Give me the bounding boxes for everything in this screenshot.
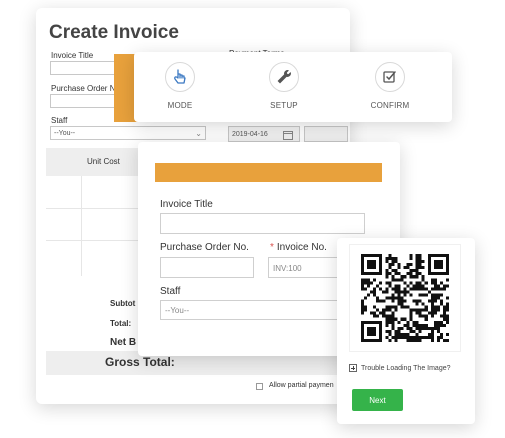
- invoice-title-label: Invoice Title: [160, 199, 213, 210]
- invoice-no-placeholder: INV:100: [273, 264, 302, 273]
- qr-help-link[interactable]: Trouble Loading The Image?: [349, 364, 451, 372]
- due-date-input[interactable]: [304, 126, 348, 142]
- step-confirm-label: CONFIRM: [370, 101, 410, 110]
- staff-select[interactable]: --You--: [160, 300, 340, 320]
- invoice-no-label-text: Invoice No.: [276, 242, 327, 253]
- invoice-title-input[interactable]: [160, 213, 365, 234]
- purchase-order-input[interactable]: [160, 257, 254, 278]
- table-divider: [46, 240, 146, 241]
- step-mode-label: MODE: [167, 101, 193, 110]
- step-confirm[interactable]: CONFIRM: [350, 62, 430, 110]
- qr-code-frame: [349, 244, 461, 352]
- step-mode[interactable]: MODE: [140, 62, 220, 110]
- staff-label: Staff: [160, 286, 181, 297]
- date-input[interactable]: 2019-04-16: [228, 126, 300, 142]
- net-balance-label: Net B: [110, 337, 137, 348]
- wrench-icon: [269, 62, 299, 92]
- required-mark: *: [270, 242, 274, 253]
- table-divider: [81, 176, 82, 276]
- calendar-icon: [283, 131, 293, 140]
- form-header-bar: [155, 163, 382, 182]
- page-title: Create Invoice: [49, 22, 179, 43]
- table-divider: [46, 208, 146, 209]
- partial-payment-checkbox[interactable]: [256, 383, 263, 390]
- invoice-no-label: * Invoice No.: [270, 242, 327, 253]
- invoice-title-label: Invoice Title: [51, 51, 94, 60]
- staff-select-value: --You--: [54, 130, 76, 137]
- subtotal-label: Subtot: [110, 299, 136, 308]
- steps-card: MODE SETUP CONFIRM: [134, 52, 452, 122]
- staff-select-value: --You--: [165, 306, 190, 315]
- plus-box-icon: [349, 364, 357, 372]
- date-value: 2019-04-16: [232, 131, 268, 138]
- purchase-order-label: Purchase Order No.: [51, 84, 123, 93]
- checkbox-icon: [375, 62, 405, 92]
- unit-cost-header: Unit Cost: [87, 157, 120, 166]
- pointer-hand-icon: [165, 62, 195, 92]
- step-setup[interactable]: SETUP: [244, 62, 324, 110]
- staff-label: Staff: [51, 116, 68, 125]
- total-label: Total:: [110, 319, 132, 328]
- step-setup-label: SETUP: [270, 101, 298, 110]
- gross-total-label: Gross Total:: [105, 355, 175, 369]
- qr-code-card: Trouble Loading The Image? Next: [337, 238, 475, 424]
- qr-code-image: [361, 254, 449, 342]
- chevron-down-icon: ⌄: [195, 129, 202, 138]
- invoice-no-input[interactable]: INV:100: [268, 257, 348, 278]
- partial-payment-label: Allow partial paymen: [269, 382, 334, 389]
- purchase-order-label: Purchase Order No.: [160, 242, 249, 253]
- next-button[interactable]: Next: [352, 389, 403, 411]
- staff-select[interactable]: --You-- ⌄: [50, 126, 206, 140]
- qr-help-text: Trouble Loading The Image?: [361, 364, 451, 372]
